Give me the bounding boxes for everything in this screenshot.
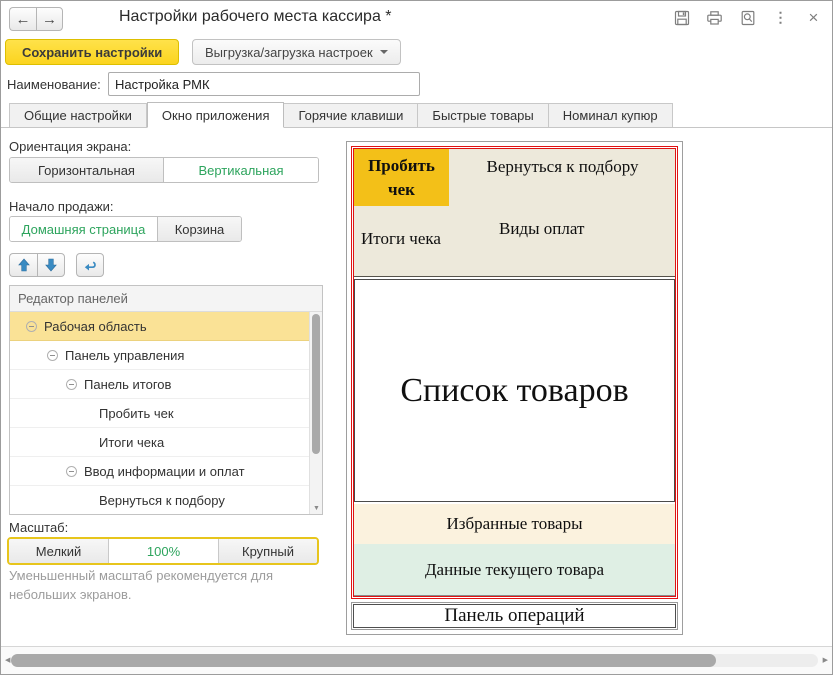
scale-option-small[interactable]: Мелкий: [9, 539, 109, 563]
back-arrow-icon: ←: [16, 11, 31, 28]
tree-row-label: Итоги чека: [99, 435, 164, 450]
page-title: Настройки рабочего места кассира *: [119, 8, 392, 26]
tab-bar: Общие настройки Окно приложения Горячие …: [1, 102, 833, 128]
horizontal-scrollbar[interactable]: ◀ ▶: [1, 647, 832, 674]
find-icon[interactable]: [739, 9, 756, 26]
preview-fire-receipt-block[interactable]: Пробить чек: [354, 149, 449, 206]
preview-receipt-totals-block[interactable]: Итоги чека: [361, 229, 441, 249]
tree-row-workspace[interactable]: Рабочая область: [10, 312, 309, 341]
tree-row-label: Панель управления: [65, 348, 184, 363]
tree-row-return-to-selection[interactable]: Вернуться к подбору: [10, 486, 309, 514]
collapse-icon[interactable]: [47, 350, 58, 361]
tab-application-window[interactable]: Окно приложения: [147, 102, 285, 128]
close-icon[interactable]: ×: [805, 9, 822, 26]
orientation-option-vertical[interactable]: Вертикальная: [164, 158, 318, 182]
preview-goods-list-block[interactable]: Список товаров: [354, 279, 675, 502]
tree-row-receipt-totals[interactable]: Итоги чека: [10, 428, 309, 457]
move-up-button[interactable]: [9, 253, 37, 277]
tab-general-settings[interactable]: Общие настройки: [9, 103, 147, 128]
tab-quick-goods[interactable]: Быстрые товары: [418, 103, 548, 128]
scale-label: Масштаб:: [9, 520, 68, 535]
scroll-down-icon[interactable]: ▼: [313, 505, 320, 512]
tree-row-info-payments[interactable]: Ввод информации и оплат: [10, 457, 309, 486]
tree-row-control-panel[interactable]: Панель управления: [10, 341, 309, 370]
scale-hint-text: Уменьшенный масштаб рекомендуется для не…: [9, 567, 309, 605]
forward-button[interactable]: →: [36, 7, 63, 31]
header-icons: ⋮ ×: [673, 9, 822, 26]
tree-scrollbar[interactable]: ▼: [309, 312, 322, 514]
panel-editor-header: Редактор панелей: [10, 286, 322, 312]
forward-arrow-icon: →: [42, 11, 57, 28]
scroll-right-icon[interactable]: ▶: [823, 656, 828, 664]
more-icon[interactable]: ⋮: [772, 9, 789, 26]
export-import-settings-button[interactable]: Выгрузка/загрузка настроек: [192, 39, 401, 65]
chevron-down-icon: [380, 50, 388, 54]
tree-row-label: Ввод информации и оплат: [84, 464, 245, 479]
tree-row-totals-panel[interactable]: Панель итогов: [10, 370, 309, 399]
panel-editor-rows: Рабочая область Панель управления Панель…: [10, 312, 309, 514]
collapse-icon[interactable]: [26, 321, 37, 332]
tree-row-label: Пробить чек: [99, 406, 174, 421]
history-nav-group: ← →: [9, 7, 63, 31]
orientation-option-horizontal[interactable]: Горизонтальная: [10, 158, 164, 182]
save-icon[interactable]: [673, 9, 690, 26]
sale-start-toggle: Домашняя страница Корзина: [9, 216, 242, 242]
orientation-toggle: Горизонтальная Вертикальная: [9, 157, 319, 183]
move-buttons-group: [9, 253, 65, 277]
cashier-settings-window: ← → Настройки рабочего места кассира *: [0, 0, 833, 675]
horizontal-scrollbar-thumb[interactable]: [11, 654, 716, 667]
tree-row-label: Вернуться к подбору: [99, 493, 225, 508]
orientation-label: Ориентация экрана:: [9, 139, 131, 154]
scale-toggle: Мелкий 100% Крупный: [7, 537, 319, 565]
scale-option-100[interactable]: 100%: [109, 539, 219, 563]
collapse-icon[interactable]: [66, 379, 77, 390]
tree-row-label: Рабочая область: [44, 319, 147, 334]
preview-favorite-goods-block[interactable]: Избранные товары: [354, 504, 675, 544]
return-arrow-icon: [83, 258, 98, 273]
tree-scrollbar-thumb[interactable]: [312, 314, 320, 454]
reset-button[interactable]: [76, 253, 104, 277]
preview-operations-panel[interactable]: Панель операций: [351, 602, 678, 630]
back-button[interactable]: ←: [9, 7, 36, 31]
scale-option-large[interactable]: Крупный: [219, 539, 317, 563]
name-field-label: Наименование:: [7, 77, 101, 92]
print-icon[interactable]: [706, 9, 723, 26]
preview-red-frame: Пробить чек Вернуться к подбору Итоги че…: [351, 146, 678, 599]
preview-payment-types-block[interactable]: Виды оплат: [499, 219, 584, 239]
sale-start-option-home[interactable]: Домашняя страница: [10, 217, 158, 241]
preview-red-frame-inner: Пробить чек Вернуться к подбору Итоги че…: [353, 148, 676, 597]
save-settings-button[interactable]: Сохранить настройки: [5, 39, 179, 65]
export-import-label: Выгрузка/загрузка настроек: [205, 45, 373, 60]
layout-preview: Пробить чек Вернуться к подбору Итоги че…: [346, 141, 683, 635]
collapse-icon[interactable]: [66, 466, 77, 477]
preview-operations-panel-label: Панель операций: [353, 604, 676, 628]
tab-banknote-denominations[interactable]: Номинал купюр: [549, 103, 673, 128]
preview-totals-panel[interactable]: Пробить чек Вернуться к подбору Итоги че…: [354, 149, 675, 277]
tab-hotkeys[interactable]: Горячие клавиши: [284, 103, 418, 128]
sale-start-option-cart[interactable]: Корзина: [158, 217, 241, 241]
tree-row-fire-receipt[interactable]: Пробить чек: [10, 399, 309, 428]
preview-return-to-selection-block[interactable]: Вернуться к подбору: [452, 157, 673, 177]
tree-row-label: Панель итогов: [84, 377, 171, 392]
sale-start-label: Начало продажи:: [9, 199, 114, 214]
panel-editor-tree: Редактор панелей Рабочая область Панель …: [9, 285, 323, 515]
preview-current-good-block[interactable]: Данные текущего товара: [354, 544, 675, 596]
arrow-down-icon: [44, 258, 58, 272]
move-down-button[interactable]: [37, 253, 65, 277]
arrow-up-icon: [17, 258, 31, 272]
name-input[interactable]: [108, 72, 420, 96]
scroll-left-icon[interactable]: ◀: [5, 656, 10, 664]
